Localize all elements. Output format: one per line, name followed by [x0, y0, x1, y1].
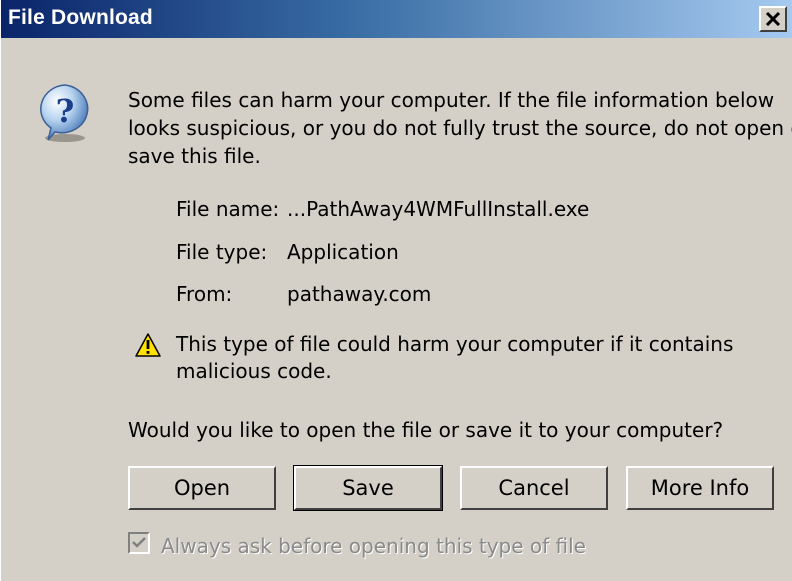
warning-line-1: This type of file could harm your comput… — [176, 332, 734, 356]
from-label: From: — [176, 282, 233, 306]
file-type-value: Application — [287, 240, 399, 264]
save-button[interactable]: Save — [293, 465, 443, 511]
always-ask-checkbox[interactable] — [128, 532, 150, 554]
warning-line-2: malicious code. — [176, 359, 332, 383]
more-info-button[interactable]: More Info — [626, 466, 774, 510]
checkmark-icon — [132, 537, 146, 548]
question-icon: ? — [40, 84, 89, 142]
message-line-1: Some files can harm your computer. If th… — [128, 88, 775, 112]
close-button[interactable] — [759, 6, 787, 32]
message-line-2: looks suspicious, or you do not fully tr… — [128, 116, 792, 140]
title-bar[interactable]: File Download — [1, 0, 792, 38]
file-type-label: File type: — [176, 240, 268, 264]
file-name-label: File name: — [176, 197, 280, 221]
from-value: pathaway.com — [287, 282, 432, 306]
window-title: File Download — [8, 6, 153, 29]
svg-text:?: ? — [56, 92, 75, 130]
open-button[interactable]: Open — [128, 466, 276, 510]
file-name-value: ...PathAway4WMFullInstall.exe — [287, 197, 590, 221]
close-icon — [765, 12, 781, 26]
warning-icon — [135, 333, 161, 357]
always-ask-label: Always ask before opening this type of f… — [161, 534, 586, 558]
cancel-button[interactable]: Cancel — [460, 466, 608, 510]
question-text: Would you like to open the file or save … — [128, 418, 724, 442]
file-download-dialog: File Download ? Some files can harm your… — [0, 0, 792, 581]
message-line-3: save this file. — [128, 144, 261, 168]
